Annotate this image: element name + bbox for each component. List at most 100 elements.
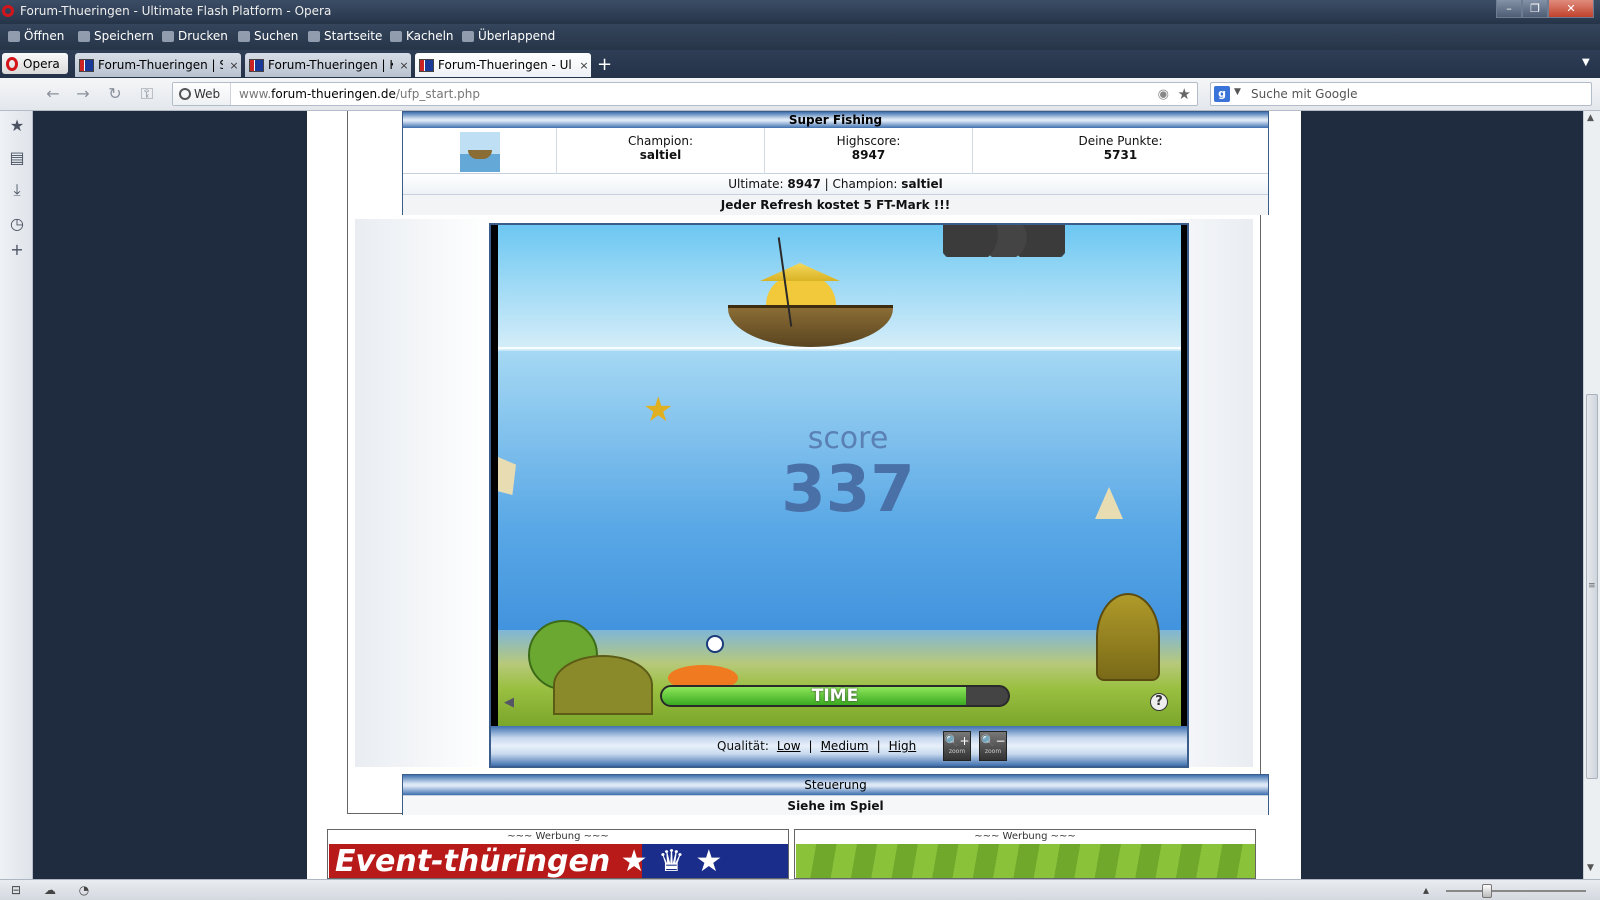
fisherman-hat [760,263,840,281]
side-panel: ★ ▤ ⤓ ◷ + [0,111,33,879]
tab-1[interactable]: Forum-Thueringen | Sp... × [75,53,241,77]
storm-cloud [943,225,1065,257]
zoom-out-icon: 🔍− [980,734,1006,748]
tab-2[interactable]: Forum-Thueringen | K... × [245,53,411,77]
close-tab-icon[interactable]: × [227,59,241,72]
restore-button[interactable]: ❐ [1522,0,1548,18]
turbo-icon[interactable]: ◔ [76,883,92,897]
starfish-icon: ★ [643,390,674,430]
folder-icon [8,30,20,42]
close-window-button[interactable]: ✕ [1548,0,1594,18]
olive-rock [553,655,653,715]
menu-cascade[interactable]: Überlappend [462,29,555,43]
fishing-boat [728,305,893,347]
tab-3-active[interactable]: Forum-Thueringen - Ul... × [415,53,591,77]
champion-name: saltiel [639,148,682,162]
web-badge[interactable]: Web [173,83,231,105]
crab-eye [706,635,724,653]
search-field[interactable]: g ▼ Suche mit Google [1210,82,1592,106]
reload-icon[interactable]: ↻ [104,84,126,104]
back-icon[interactable]: ← [42,84,64,104]
window-title: Forum-Thueringen - Ultimate Flash Platfo… [20,4,332,18]
time-label: TIME [811,686,859,706]
highscore-value: 8947 [851,148,886,162]
menu-home[interactable]: Startseite [308,29,382,43]
page-content: Super Fishing Champion: saltiel Highscor… [307,111,1301,879]
downloads-icon[interactable]: ⤓ [8,181,26,199]
refresh-notice: Jeder Refresh kostet 5 FT-Mark !!! [403,195,1268,215]
opera-unite-cloud-icon[interactable]: ☁ [42,883,58,897]
ad-banner-right[interactable]: ~~~ Werbung ~~~ [794,829,1256,879]
super-fishing-game-canvas[interactable]: ★ score 337 TIME ◀ ? [498,225,1181,726]
close-tab-icon[interactable]: × [397,59,411,72]
zoom-slider-knob[interactable] [1482,884,1492,898]
opera-logo-icon [6,56,18,71]
search-placeholder: Suche mit Google [1251,87,1358,101]
help-button[interactable]: ? [1150,693,1168,711]
tab-list-icon[interactable]: ▼ [1582,57,1590,68]
forward-icon[interactable]: → [72,84,94,104]
panel-toggle-icon[interactable]: ⊟ [8,883,24,897]
menu-open[interactable]: Öffnen [8,29,64,43]
new-tab-button[interactable]: + [597,54,612,75]
history-clock-icon[interactable]: ◷ [8,215,26,233]
url-text[interactable]: www.forum-thueringen.de/ufp_start.php [239,87,480,101]
add-panel-icon[interactable]: + [8,241,26,259]
search-icon [238,30,250,42]
zoom-in-button[interactable]: 🔍+ zoom [943,731,971,761]
save-icon [78,30,90,42]
view-icon[interactable]: ▴ [1418,883,1434,897]
speaker-icon[interactable]: ◀ [504,695,518,710]
notes-icon[interactable]: ▤ [8,149,26,167]
quality-high-link[interactable]: High [889,739,917,753]
ad-label: ~~~ Werbung ~~~ [507,831,609,842]
chevron-down-icon[interactable]: ▼ [1234,87,1241,97]
bookmarks-star-icon[interactable]: ★ [8,117,26,135]
vertical-scrollbar[interactable]: ▲ ≡ ▼ [1583,111,1600,879]
scroll-down-icon[interactable]: ▼ [1587,863,1594,873]
game-title: Super Fishing [403,112,1268,128]
shell-left [498,457,516,495]
bookmark-star-icon[interactable]: ★ [1178,85,1191,103]
close-tab-icon[interactable]: × [577,59,591,72]
menu-search[interactable]: Suchen [238,29,298,43]
time-bar: TIME [660,685,1010,707]
zoom-slider-track[interactable] [1446,890,1586,892]
ad-image-event-thueringen[interactable]: Event-thüringen ★ ♛ ★ [329,844,788,878]
opera-menu-button[interactable]: Opera [2,53,68,74]
ad-image-soccer[interactable] [796,844,1255,878]
game-thumbnail[interactable] [459,132,500,172]
address-field[interactable]: Web www.forum-thueringen.de/ufp_start.ph… [172,82,1198,106]
menu-print[interactable]: Drucken [162,29,228,43]
controls-title: Steuerung [403,775,1268,795]
menu-tile[interactable]: Kacheln [390,29,454,43]
shell-right [1095,487,1123,519]
scrollbar-grip-icon: ≡ [1588,581,1596,591]
game-stats-row: Champion: saltiel Highscore: 8947 Deine … [403,128,1268,174]
separator: | [808,739,813,753]
quality-medium-link[interactable]: Medium [821,739,869,753]
window-title-bar: Forum-Thueringen - Ultimate Flash Platfo… [0,0,1600,24]
controls-text: Siehe im Spiel [403,795,1268,815]
status-bar: ⊟ ☁ ◔ ▴ [0,879,1600,900]
score-value: 337 [781,453,915,527]
page-viewport: Super Fishing Champion: saltiel Highscor… [33,111,1583,879]
print-icon [162,30,174,42]
zoom-out-button[interactable]: 🔍− zoom [979,731,1007,761]
points-value: 5731 [1103,148,1138,162]
minimize-button[interactable]: – [1496,0,1522,18]
opera-logo-icon [2,5,14,17]
ad-banner-left[interactable]: ~~~ Werbung ~~~ Event-thüringen ★ ♛ ★ [327,829,789,879]
quality-low-link[interactable]: Low [777,739,801,753]
champion-cell: Champion: saltiel [557,128,765,174]
rss-icon[interactable]: ◉ [1158,87,1169,102]
scroll-up-icon[interactable]: ▲ [1587,113,1594,123]
game-thumbnail-cell [403,128,557,174]
google-icon[interactable]: g [1214,86,1230,102]
zoom-in-icon: 🔍+ [944,734,970,748]
menu-save[interactable]: Speichern [78,29,154,43]
key-icon[interactable]: ⚿ [136,84,158,104]
score-label: score [807,421,889,456]
flash-game-frame: ★ score 337 TIME ◀ ? Qualität: Low | Med… [489,223,1189,768]
game-info-box: Super Fishing Champion: saltiel Highscor… [402,111,1269,215]
